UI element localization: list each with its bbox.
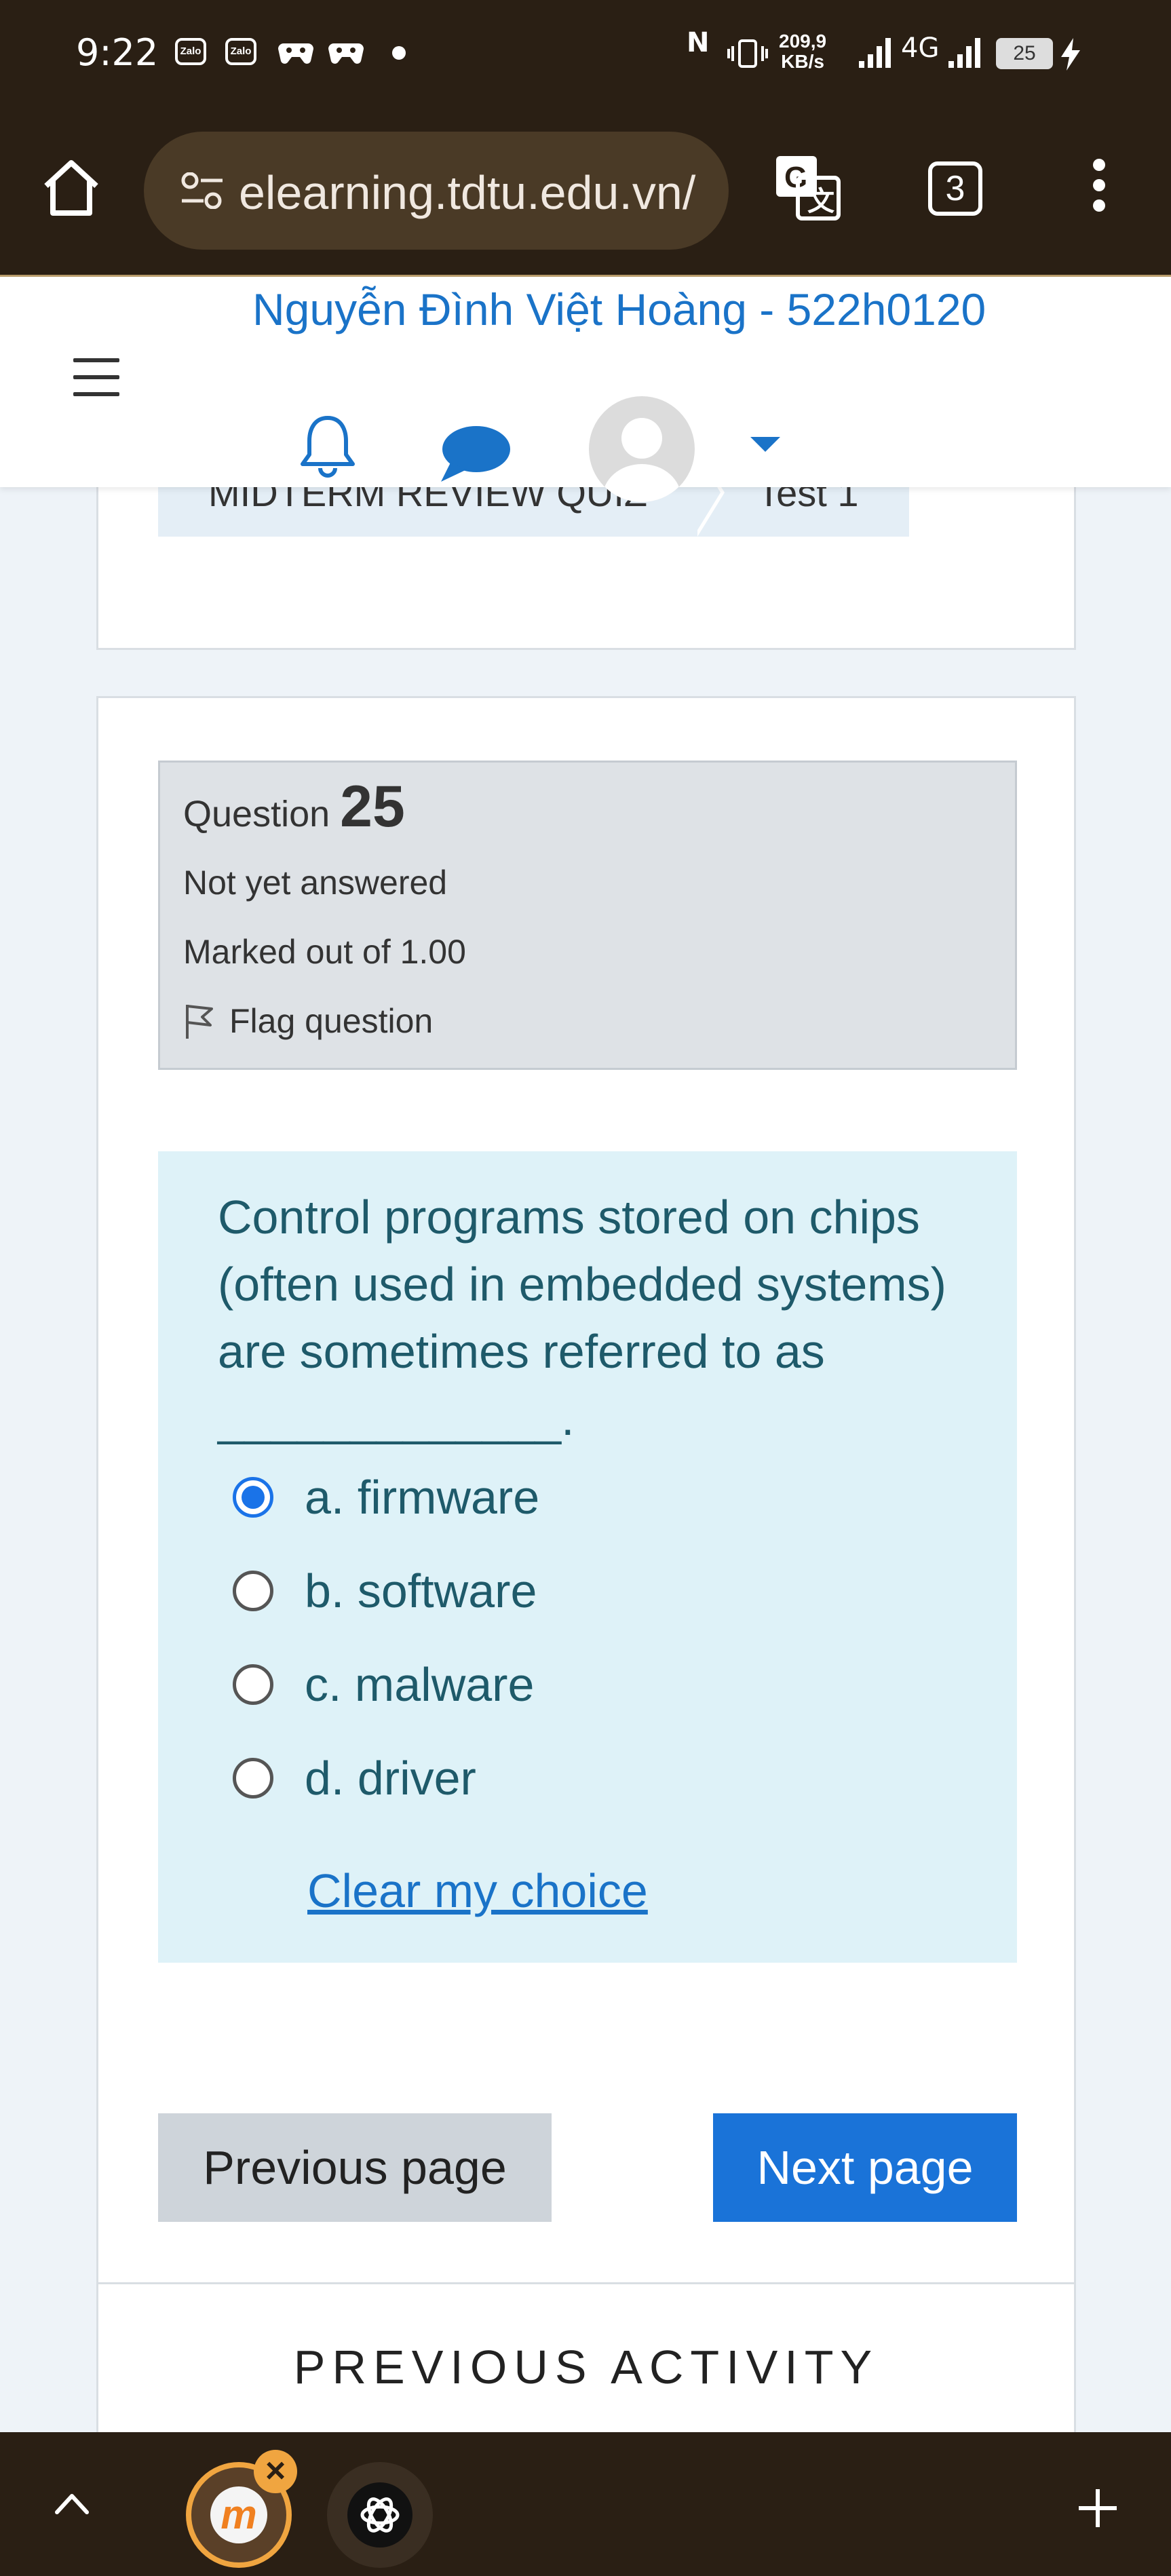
- address-bar[interactable]: elearning.tdtu.edu.vn/: [144, 132, 729, 250]
- previous-activity-heading[interactable]: PREVIOUS ACTIVITY: [98, 2340, 1074, 2394]
- flag-question-label: Flag question: [229, 1002, 434, 1040]
- tab-switcher-button[interactable]: 3: [928, 161, 982, 216]
- radio-button[interactable]: [233, 1571, 273, 1611]
- next-page-button[interactable]: Next page: [713, 2113, 1017, 2222]
- question-marks: Marked out of 1.00: [183, 933, 466, 971]
- radio-button[interactable]: [233, 1477, 273, 1518]
- zalo-icon: Zalo: [175, 38, 206, 65]
- status-bar: 9:22 Zalo Zalo N 209,9 KB/s 4G 25: [0, 0, 1171, 109]
- speed-value: 209,9: [779, 31, 827, 52]
- browser-toolbar: elearning.tdtu.edu.vn/ G文 3: [0, 109, 1171, 275]
- notification-dot-icon: [392, 46, 406, 60]
- speed-unit: KB/s: [781, 51, 824, 72]
- plus-icon[interactable]: [1075, 2485, 1121, 2531]
- site-navbar: Nguyễn Đình Việt Hoàng - 522h0120: [0, 277, 1171, 502]
- status-time: 9:22: [76, 31, 159, 74]
- answer-label[interactable]: b. software: [305, 1564, 537, 1618]
- web-page: Nguyễn Đình Việt Hoàng - 522h0120 MIDTER…: [0, 275, 1171, 2432]
- svg-text:文: 文: [807, 187, 834, 216]
- network-speed: 209,9 KB/s: [779, 31, 826, 72]
- chatgpt-app-bubble[interactable]: [327, 2462, 433, 2568]
- avatar[interactable]: [589, 396, 695, 502]
- overflow-menu-icon[interactable]: [1091, 159, 1107, 220]
- url-text[interactable]: elearning.tdtu.edu.vn/: [239, 166, 714, 220]
- chatgpt-knot-icon: [360, 2497, 400, 2533]
- answer-option-d[interactable]: d. driver: [233, 1751, 476, 1805]
- chevron-up-icon[interactable]: [53, 2489, 91, 2516]
- question-text: Control programs stored on chips (often …: [218, 1191, 946, 1445]
- zalo-icon: Zalo: [225, 38, 256, 65]
- gamepad-icon: [278, 43, 313, 64]
- home-icon[interactable]: [41, 157, 102, 218]
- previous-page-button[interactable]: Previous page: [158, 2113, 552, 2222]
- answer-option-a[interactable]: a. firmware: [233, 1470, 539, 1524]
- user-silhouette-icon: [602, 418, 681, 502]
- radio-button[interactable]: [233, 1664, 273, 1705]
- notification-bell-icon[interactable]: [299, 412, 357, 478]
- question-title: Question 25: [183, 773, 405, 841]
- signal-icon: [948, 38, 980, 68]
- charging-icon: [1061, 38, 1080, 71]
- site-settings-icon[interactable]: [180, 172, 224, 209]
- flag-question-button[interactable]: Flag question: [183, 1001, 433, 1041]
- gamepad-icon: [328, 43, 364, 64]
- moodle-logo-icon: m: [210, 2486, 267, 2543]
- vibrate-icon: [727, 39, 768, 68]
- translate-icon[interactable]: G文: [773, 153, 841, 221]
- answer-label[interactable]: a. firmware: [305, 1470, 539, 1524]
- answer-label[interactable]: d. driver: [305, 1751, 476, 1805]
- clear-choice-link[interactable]: Clear my choice: [307, 1864, 648, 1918]
- question-label: Question: [183, 794, 330, 834]
- divider: [98, 2282, 1074, 2284]
- question-status: Not yet answered: [183, 864, 448, 902]
- answer-option-b[interactable]: b. software: [233, 1564, 537, 1618]
- signal-icon: [859, 38, 891, 68]
- question-number: 25: [340, 774, 405, 839]
- network-type: 4G: [901, 33, 940, 64]
- question-body: Control programs stored on chips (often …: [158, 1151, 1017, 1963]
- radio-button[interactable]: [233, 1758, 273, 1799]
- answer-option-c[interactable]: c. malware: [233, 1657, 534, 1712]
- nfc-icon: N: [687, 27, 710, 58]
- battery-icon: 25: [996, 38, 1053, 69]
- close-bubble-icon[interactable]: ×: [254, 2450, 297, 2493]
- answer-label[interactable]: c. malware: [305, 1657, 534, 1712]
- bottom-bar: m ×: [0, 2432, 1171, 2576]
- user-menu-dropdown-icon[interactable]: [750, 437, 780, 452]
- question-info: Question 25 Not yet answered Marked out …: [158, 761, 1017, 1070]
- question-card: Question 25 Not yet answered Marked out …: [96, 696, 1076, 2432]
- chatgpt-logo-icon: [347, 2482, 412, 2548]
- user-name[interactable]: Nguyễn Đình Việt Hoàng - 522h0120: [252, 284, 986, 335]
- hamburger-menu-icon[interactable]: [73, 358, 119, 396]
- messages-icon[interactable]: [437, 422, 512, 483]
- flag-icon: [186, 1005, 213, 1039]
